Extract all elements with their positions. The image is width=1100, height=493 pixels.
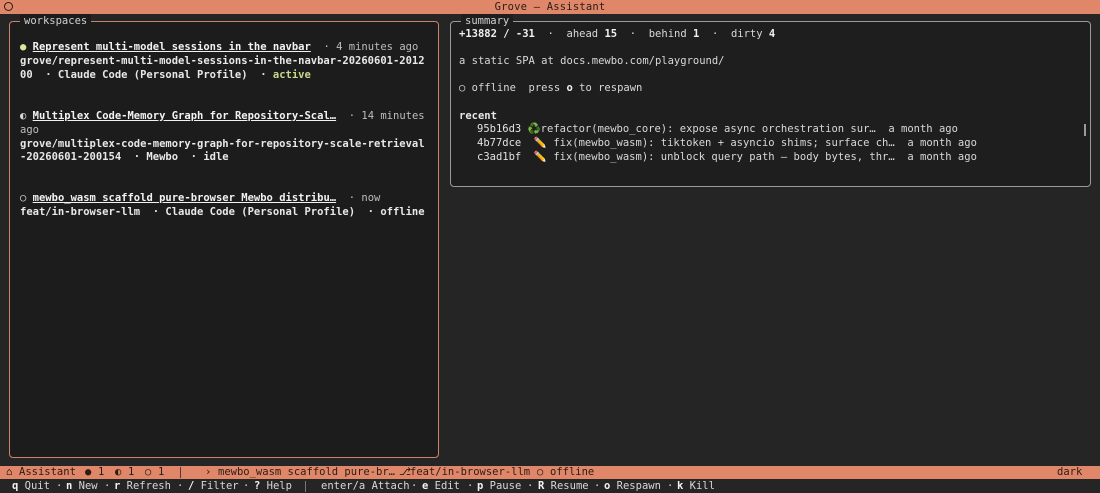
commit-row[interactable]: 4b77dce ✏️ fix(mewbo_wasm): tiktoken + a… [477,137,977,151]
session-state: offline [550,466,595,478]
pencil-icon: ✏️ [533,151,547,163]
workspace-item[interactable]: ○ mewbo_wasm scaffold pure-browser Mewbo… [20,192,425,220]
workspace-title[interactable]: mewbo_wasm scaffold pure-browser Mewbo d… [33,192,336,204]
commit-sha: c3ad1bf [477,151,522,163]
summary-stats: +13882 / -31 · ahead 15 · behind 1 · dir… [459,28,776,40]
summary-legend: summary [461,14,514,28]
window-circle-icon[interactable] [4,2,13,11]
workspace-time: · now [348,192,381,204]
workspaces-legend: workspaces [20,14,92,28]
recent-heading: recent [459,110,497,122]
workspace-branch: grove/multiplex-code-memory-graph-for-re… [20,137,425,150]
commit-time: a month ago [907,151,977,163]
workspace-item[interactable]: ● Represent multi-model sessions in the … [20,41,425,82]
offline-indicator-icon: ○ [20,192,27,204]
hint-new[interactable]: n New [66,480,98,493]
status-badge: active [272,68,311,81]
hint-quit[interactable]: q Quit [12,480,50,493]
theme-label: dark [1057,466,1083,478]
hint-kill[interactable]: k Kill [677,480,715,493]
workspace-title[interactable]: Represent multi-model sessions in the na… [33,41,311,53]
hint-resume[interactable]: R Resume [538,480,589,493]
commit-sha: 4b77dce [477,137,522,149]
summary-description: a static SPA at docs.mewbo.com/playgroun… [459,55,725,67]
idle-indicator-icon: ◐ [20,110,27,122]
offline-hint: ○ offline press o to respawn [459,82,643,94]
commit-row[interactable]: 95b16d3 ♻️refactor(mewbo_core): expose a… [477,123,958,137]
status-bar: ⌂ Assistant ● 1 ◐ 1 ○ 1 › mewbo_wasm sca… [0,466,1100,479]
hint-attach[interactable]: enter/a Attach [321,480,410,493]
commit-row[interactable]: c3ad1bf ✏️ fix(mewbo_wasm): unblock quer… [477,151,977,165]
hint-edit[interactable]: e Edit [422,480,460,493]
hint-help[interactable]: ? Help [254,480,292,493]
workspace-item[interactable]: ◐ Multiplex Code-Memory Graph for Reposi… [20,110,425,165]
workspace-time: · 14 minutes [348,110,425,122]
ahead-count: 15 [604,28,618,40]
diff-stat: +13882 / -31 [459,28,535,40]
hint-respawn[interactable]: o Respawn [604,480,661,493]
divider [305,481,306,492]
commit-message: fix(mewbo_wasm): tiktoken + asyncio shim… [553,137,895,149]
current-workspace: mewbo_wasm scaffold pure-br… [218,466,396,478]
divider [180,467,181,478]
workspace-time-cont: ago [20,123,39,136]
hint-filter[interactable]: / Filter [188,480,239,493]
chevron-right-icon: › [205,466,212,478]
offline-state-icon: ○ [537,466,544,478]
active-count-icon: ● [85,466,92,478]
recycle-icon: ♻️ [527,123,541,135]
idle-count-icon: ◐ [115,466,122,478]
commit-message: fix(mewbo_wasm): unblock query path — bo… [553,151,895,163]
commit-time: a month ago [907,137,977,149]
current-branch: feat/in-browser-llm [410,466,531,478]
commit-sha: 95b16d3 [477,123,522,135]
commit-time: a month ago [888,123,958,135]
idle-count: 1 [128,466,135,478]
dirty-count: 4 [768,28,776,40]
workspaces-pane: workspaces [9,14,439,458]
workspace-meta: feat/in-browser-llm · Claude Code (Perso… [20,205,425,218]
active-indicator-icon: ● [20,41,27,53]
workspace-time: · 4 minutes ago [323,41,419,53]
active-count: 1 [98,466,105,478]
title-bar: Grove — Assistant [0,0,1100,14]
offline-count-icon: ○ [145,466,152,478]
home-icon: ⌂ [6,466,13,478]
behind-count: 1 [693,28,700,40]
window-title: Grove — Assistant [494,1,606,13]
commit-message: refactor(mewbo_core): expose async orche… [540,123,876,135]
key-hints-bar: q Quit · n New · r Refresh · / Filter · … [12,480,715,493]
hint-pause[interactable]: p Pause [477,480,521,493]
app-name: Assistant [19,466,76,478]
workspace-branch: grove/represent-multi-model-sessions-in-… [20,54,425,67]
pencil-icon: ✏️ [533,137,547,149]
offline-count: 1 [158,466,165,478]
workspace-meta: 00 · Claude Code (Personal Profile) · [20,68,273,81]
workspace-meta: -20260601-200154 · Mewbo · idle [20,151,229,164]
hint-refresh[interactable]: r Refresh [114,480,171,493]
workspace-title[interactable]: Multiplex Code-Memory Graph for Reposito… [33,110,336,122]
summary-scrollbar[interactable] [1084,124,1086,136]
